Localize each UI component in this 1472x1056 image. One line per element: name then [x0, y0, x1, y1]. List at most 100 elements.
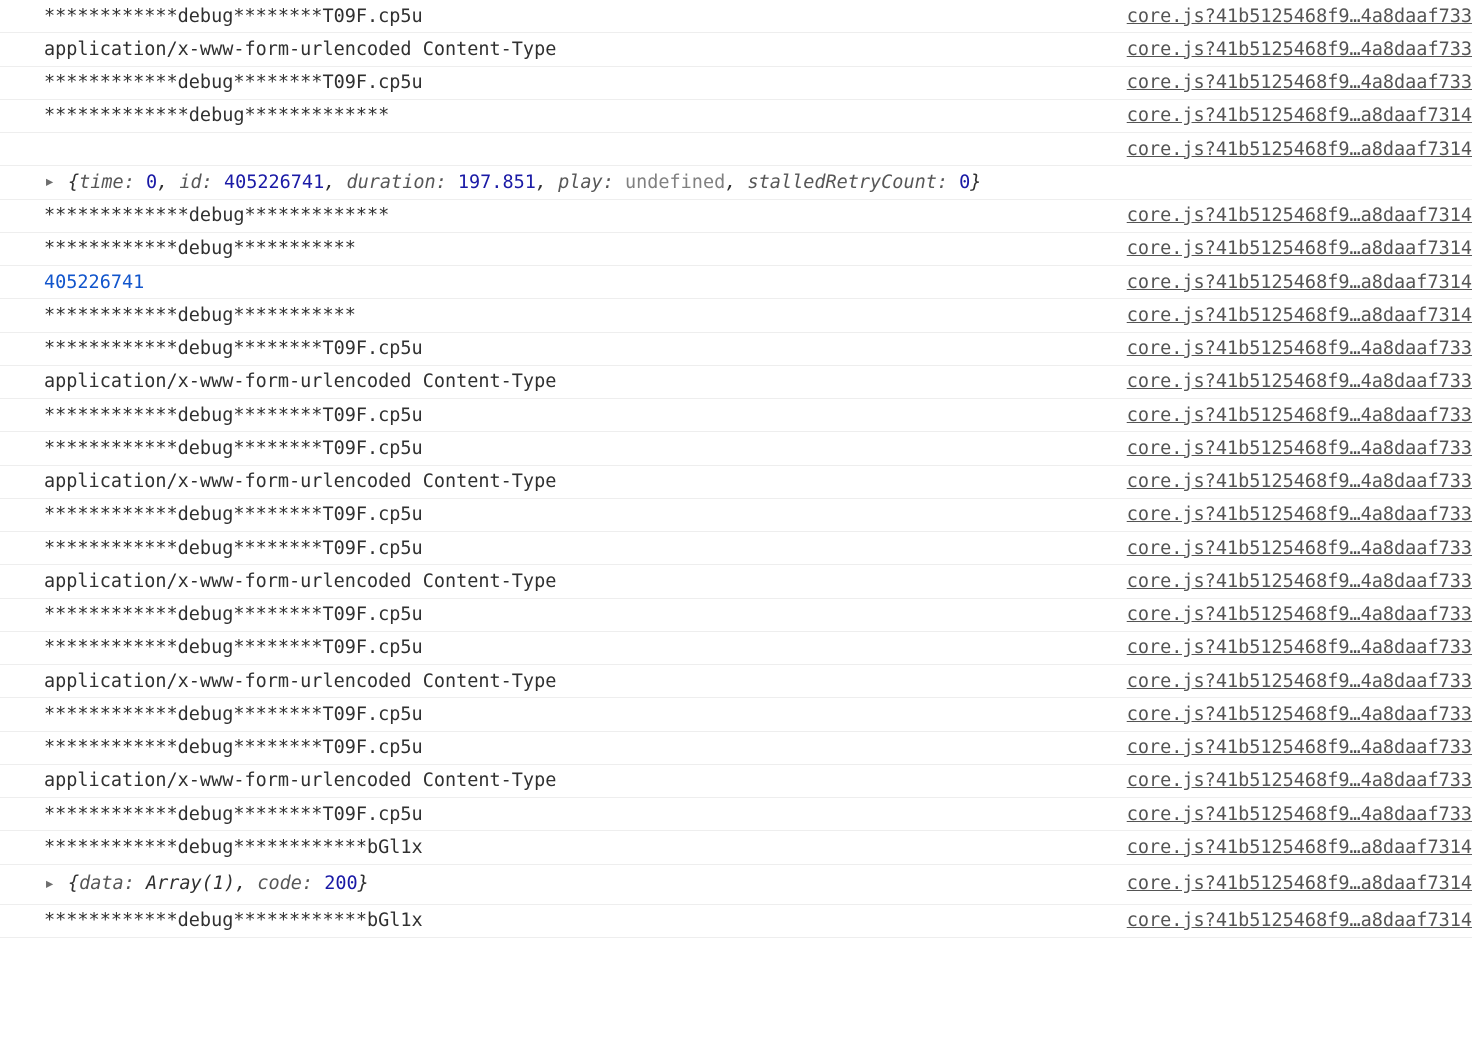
log-text: ************debug********T09F.cp5u [44, 604, 423, 625]
source-link[interactable]: core.js?41b5125468f9…4a8daaf733 [1127, 665, 1472, 698]
console-message: application/x-www-form-urlencoded Conten… [12, 565, 1127, 598]
console-row: core.js?41b5125468f9…a8daaf7314 [0, 133, 1472, 166]
source-link[interactable]: core.js?41b5125468f9…4a8daaf733 [1127, 0, 1472, 33]
source-link[interactable]: core.js?41b5125468f9…a8daaf7314 [1127, 266, 1472, 299]
source-link[interactable]: core.js?41b5125468f9…4a8daaf733 [1127, 798, 1472, 831]
prop-key: data: [79, 873, 135, 894]
log-text: ************debug********T09F.cp5u [44, 704, 423, 725]
prop-key: duration: [347, 172, 447, 193]
log-text: ************debug*********** [44, 305, 356, 326]
console-row: ************debug************bGl1x core.j… [0, 905, 1472, 938]
console-row: ************debug************bGl1x core.j… [0, 831, 1472, 864]
console-row: *************debug************* core.js?4… [0, 100, 1472, 133]
source-link[interactable]: core.js?41b5125468f9…4a8daaf733 [1127, 532, 1472, 565]
prop-val: undefined [625, 172, 725, 193]
log-text: ************debug********T09F.cp5u [44, 804, 423, 825]
console-row: application/x-www-form-urlencoded Conten… [0, 33, 1472, 66]
log-text: ************debug********T09F.cp5u [44, 6, 423, 27]
log-text: *************debug************* [44, 105, 389, 126]
prop-key: id: [179, 172, 212, 193]
console-row: ************debug********T09F.cp5u core.j… [0, 698, 1472, 731]
console-message: ************debug********T09F.cp5u [12, 731, 1127, 764]
console-message: ************debug********T09F.cp5u [12, 631, 1127, 664]
prop-val: 0 [959, 172, 970, 193]
console-row: ▶{data: Array(1), code: 200}core.js?41b5… [0, 865, 1472, 905]
log-text: application/x-www-form-urlencoded Conten… [44, 39, 556, 60]
expand-arrow-icon[interactable]: ▶ [46, 172, 53, 193]
console-row: application/x-www-form-urlencoded Conten… [0, 665, 1472, 698]
prop-val: 405226741 [224, 172, 324, 193]
source-link[interactable]: core.js?41b5125468f9…4a8daaf733 [1127, 365, 1472, 398]
console-message: application/x-www-form-urlencoded Conten… [12, 365, 1127, 398]
log-text: ************debug************bGl1x [44, 910, 423, 931]
source-link[interactable]: core.js?41b5125468f9…4a8daaf733 [1127, 498, 1472, 531]
console-message: ************debug********T09F.cp5u [12, 332, 1127, 365]
console-message: ************debug************bGl1x [12, 904, 1127, 937]
brace: { [68, 873, 79, 894]
console-message: ************debug*********** [12, 232, 1127, 265]
console-message: *************debug************* [12, 199, 1127, 232]
console-row: ************debug********T09F.cp5ucore.j… [0, 432, 1472, 465]
source-link[interactable]: core.js?41b5125468f9…4a8daaf733 [1127, 598, 1472, 631]
log-text: application/x-www-form-urlencoded Conten… [44, 770, 556, 791]
source-link[interactable]: core.js?41b5125468f9…a8daaf7314 [1127, 831, 1472, 864]
console-row: ************debug********T09F.cp5u core.j… [0, 798, 1472, 831]
prop-key: play: [558, 172, 614, 193]
console-row: application/x-www-form-urlencoded Conten… [0, 765, 1472, 798]
console-row: ************debug********T09F.cp5ucore.j… [0, 732, 1472, 765]
prop-key: code: [257, 873, 313, 894]
log-text: ************debug********T09F.cp5u [44, 637, 423, 658]
console-row: application/x-www-form-urlencoded Conten… [0, 366, 1472, 399]
log-text: ************debug********T09F.cp5u [44, 504, 423, 525]
source-link[interactable]: core.js?41b5125468f9…a8daaf7314 [1127, 904, 1472, 937]
log-text: application/x-www-form-urlencoded Conten… [44, 371, 556, 392]
source-link[interactable]: core.js?41b5125468f9…4a8daaf733 [1127, 631, 1472, 664]
brace: } [970, 172, 981, 193]
console-row: ************debug********T09F.cp5ucore.j… [0, 333, 1472, 366]
source-link[interactable]: core.js?41b5125468f9…a8daaf7314 [1127, 99, 1472, 132]
prop-val: 197.851 [458, 172, 536, 193]
source-link[interactable]: core.js?41b5125468f9…4a8daaf733 [1127, 399, 1472, 432]
prop-val: Array(1) [146, 873, 235, 894]
source-link[interactable]: core.js?41b5125468f9…4a8daaf733 [1127, 432, 1472, 465]
console-row: application/x-www-form-urlencoded Conten… [0, 565, 1472, 598]
console-row: application/x-www-form-urlencoded Conten… [0, 466, 1472, 499]
source-link[interactable]: core.js?41b5125468f9…4a8daaf733 [1127, 465, 1472, 498]
console-row: ************debug********T09F.cp5u core.j… [0, 599, 1472, 632]
source-link[interactable]: core.js?41b5125468f9…4a8daaf733 [1127, 33, 1472, 66]
console-message: ************debug********T09F.cp5u [12, 698, 1127, 731]
source-link[interactable]: core.js?41b5125468f9…a8daaf7314 [1127, 133, 1472, 166]
console-message: application/x-www-form-urlencoded Conten… [12, 33, 1127, 66]
console-message: application/x-www-form-urlencoded Conten… [12, 764, 1127, 797]
console-row: ▶{time: 0, id: 405226741, duration: 197.… [0, 166, 1472, 199]
expand-arrow-icon[interactable]: ▶ [46, 873, 53, 894]
console-message: ************debug********T09F.cp5u [12, 798, 1127, 831]
source-link[interactable]: core.js?41b5125468f9…a8daaf7314 [1127, 199, 1472, 232]
log-link[interactable]: 405226741 [44, 272, 144, 293]
source-link[interactable]: core.js?41b5125468f9…4a8daaf733 [1127, 332, 1472, 365]
source-link[interactable]: core.js?41b5125468f9…4a8daaf733 [1127, 764, 1472, 797]
console-row: 405226741 core.js?41b5125468f9…a8daaf7314 [0, 266, 1472, 299]
console-message: ************debug********T09F.cp5u [12, 66, 1127, 99]
source-link[interactable]: core.js?41b5125468f9…4a8daaf733 [1127, 565, 1472, 598]
source-link[interactable]: core.js?41b5125468f9…a8daaf7314 [1127, 232, 1472, 265]
source-link[interactable]: core.js?41b5125468f9…4a8daaf733 [1127, 698, 1472, 731]
console-row: ************debug********T09F.cp5u core.j… [0, 0, 1472, 33]
console-row: ************debug********T09F.cp5u core.j… [0, 632, 1472, 665]
source-link[interactable]: core.js?41b5125468f9…a8daaf7314 [1127, 299, 1472, 332]
console-message: ************debug********T09F.cp5u [12, 432, 1127, 465]
source-link[interactable]: core.js?41b5125468f9…4a8daaf733 [1127, 731, 1472, 764]
console-message: *************debug************* [12, 99, 1127, 132]
console-log-list: ************debug********T09F.cp5ucore.j… [0, 0, 1472, 938]
log-text: application/x-www-form-urlencoded Conten… [44, 671, 556, 692]
console-message: ************debug*********** [12, 299, 1127, 332]
source-link[interactable]: core.js?41b5125468f9…4a8daaf733 [1127, 66, 1472, 99]
console-message: {time: 0, id: 405226741, duration: 197.8… [12, 166, 1472, 199]
log-text: ************debug************bGl1x [44, 837, 423, 858]
console-message: ************debug********T09F.cp5u [12, 399, 1127, 432]
console-row: ************debug********T09F.cp5ucore.j… [0, 399, 1472, 432]
brace: } [358, 873, 369, 894]
source-link[interactable]: core.js?41b5125468f9…a8daaf7314 [1127, 867, 1472, 900]
console-message: ************debug********T09F.cp5u [12, 532, 1127, 565]
prop-val: 0 [146, 172, 157, 193]
